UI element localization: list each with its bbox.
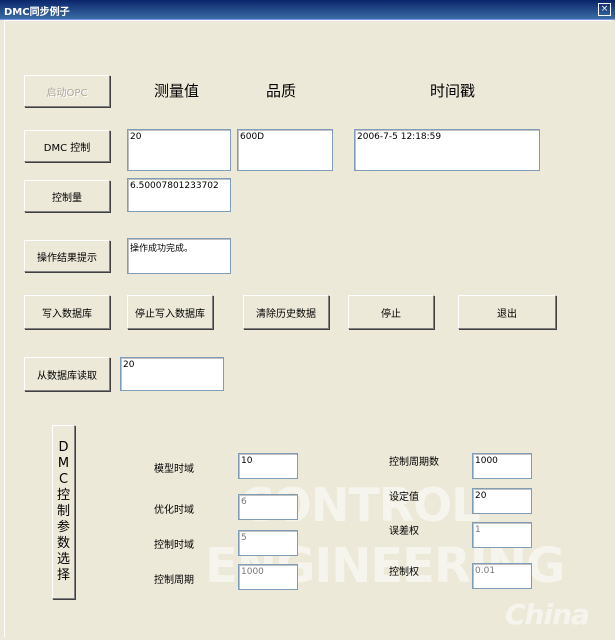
dmc-param-char: 数 [56, 536, 70, 551]
ctrl-weight-field[interactable]: 0.01 [472, 563, 532, 589]
param-label-ctrl-weight: 控制权 [389, 567, 419, 578]
exit-button[interactable]: 退出 [458, 295, 556, 329]
param-label-ctrl-cycles: 控制周期数 [389, 457, 439, 468]
dmc-param-char: 控 [56, 488, 70, 503]
header-timestamp: 时间戳 [430, 82, 476, 100]
dmc-param-char: 参 [56, 520, 70, 535]
dmc-param-char: 选 [56, 552, 70, 567]
quality-field[interactable]: 600D [237, 129, 333, 171]
header-quality: 品质 [266, 82, 297, 100]
clear-history-button[interactable]: 清除历史数据 [243, 295, 329, 329]
result-prompt-button[interactable]: 操作结果提示 [24, 240, 110, 272]
timestamp-field[interactable]: 2006-7-5 12:18:59 [354, 129, 540, 171]
param-label-error-weight: 误差权 [389, 526, 419, 537]
title-bar: DMC同步例子 × [0, 0, 615, 20]
param-label-ctrl-period: 控制周期 [154, 575, 194, 586]
close-icon[interactable]: × [598, 3, 611, 16]
result-text-field[interactable]: 操作成功完成。 [127, 238, 231, 274]
dmc-param-select-button[interactable]: D M C 控 制 参 数 选 择 [52, 425, 75, 599]
dmc-param-char: D [58, 440, 69, 455]
param-label-model-horizon: 模型时域 [154, 464, 194, 475]
param-label-opt-horizon: 优化时域 [154, 505, 194, 516]
setpoint-field[interactable]: 20 [472, 488, 532, 514]
control-value-button[interactable]: 控制量 [24, 180, 110, 212]
param-label-ctrl-horizon: 控制时域 [154, 540, 194, 551]
control-amount-field[interactable]: 6.50007801233702 [127, 178, 231, 212]
ctrl-period-field[interactable]: 1000 [238, 564, 298, 590]
ctrl-cycles-field[interactable]: 1000 [472, 453, 532, 479]
header-measured: 测量值 [154, 82, 200, 100]
start-opc-button[interactable]: 启动OPC [24, 75, 110, 107]
dmc-param-char: C [58, 472, 69, 487]
dmc-param-char: 择 [56, 568, 70, 583]
write-db-button[interactable]: 写入数据库 [24, 295, 110, 329]
db-read-field[interactable]: 20 [120, 357, 224, 391]
window-title: DMC同步例子 [4, 7, 70, 18]
ctrl-horizon-field[interactable]: 5 [238, 530, 298, 556]
stop-write-db-button[interactable]: 停止写入数据库 [127, 295, 213, 329]
measured-value-field[interactable]: 20 [127, 129, 231, 171]
model-horizon-field[interactable]: 10 [238, 453, 298, 479]
error-weight-field[interactable]: 1 [472, 522, 532, 548]
stop-button[interactable]: 停止 [348, 295, 434, 329]
read-db-button[interactable]: 从数据库读取 [24, 357, 110, 391]
param-label-setpoint: 设定值 [389, 492, 419, 503]
dmc-param-char: M [57, 456, 70, 471]
opt-horizon-field[interactable]: 6 [238, 494, 298, 520]
dmc-param-char: 制 [56, 504, 70, 519]
dmc-control-button[interactable]: DMC 控制 [24, 130, 110, 162]
